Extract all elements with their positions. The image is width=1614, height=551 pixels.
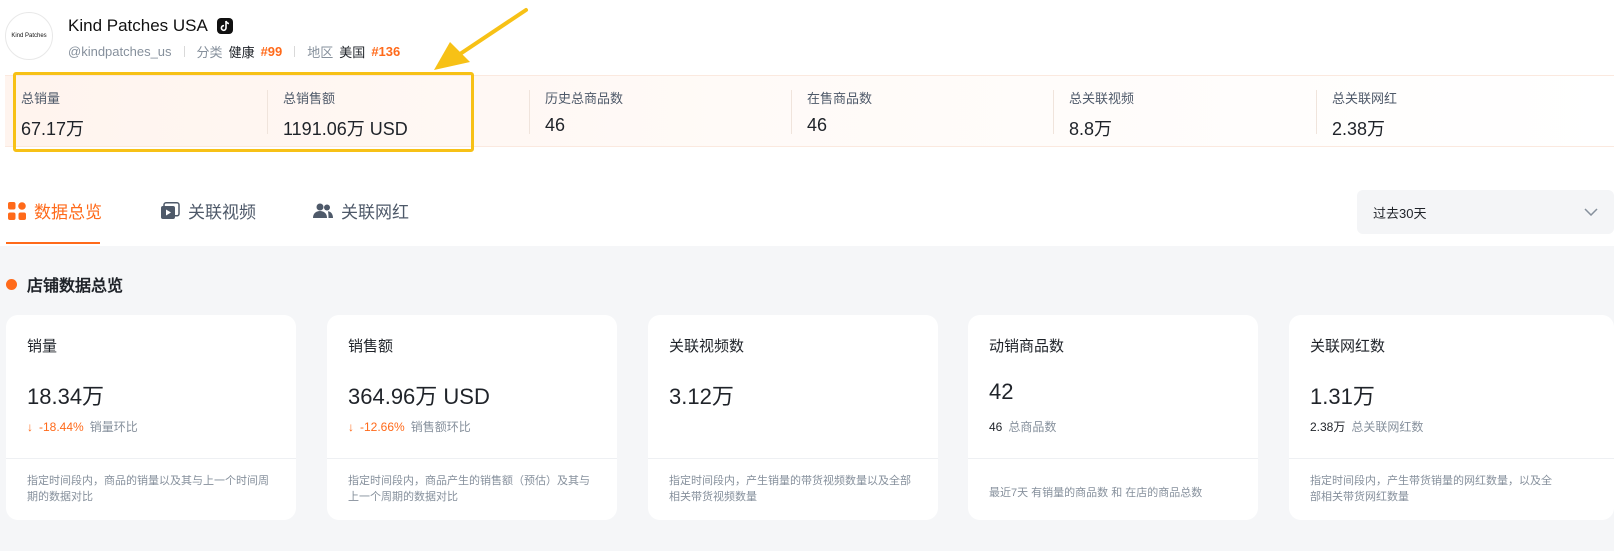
category-rank[interactable]: #99	[261, 44, 283, 59]
stat-label: 总关联视频	[1069, 91, 1135, 106]
stat-label: 总销售额	[283, 91, 336, 106]
shop-overview-section: 店铺数据总览 销量 18.34万 ↓ -18.44% 销量环比 指定时间段内，商…	[0, 246, 1614, 551]
region-key: 地区	[307, 45, 334, 60]
divider	[1289, 458, 1614, 459]
section-title-text: 店铺数据总览	[27, 278, 124, 295]
card-change: ↓ -12.66% 销售额环比	[348, 418, 471, 435]
card-description: 指定时间段内，产生带货销量的网红数量，以及全部相关带货网红数量	[1310, 475, 1552, 503]
category-key: 分类	[196, 45, 223, 60]
sub-value: 2.38万	[1310, 420, 1346, 434]
stat-value: 8.8万	[1069, 119, 1113, 139]
stat-value: 1191.06万 USD	[283, 119, 408, 139]
card-value: 1.31万	[1310, 384, 1375, 409]
card-sub: 46 总商品数	[989, 418, 1056, 435]
section-title: 店铺数据总览	[6, 272, 123, 296]
shop-meta: @kindpatches_us 分类 健康 #99 地区 美国 #136	[68, 42, 400, 61]
card-title: 关联网红数	[1310, 338, 1386, 355]
stat-label: 总关联网红	[1332, 91, 1398, 106]
category-value: 健康	[228, 45, 255, 60]
card-value: 364.96万 USD	[348, 384, 490, 409]
metric-card-active-products: 动销商品数 42 46 总商品数 最近7天 有销量的商品数 和 在店的商品总数	[968, 315, 1258, 520]
card-description: 指定时间段内，商品产生的销售额（预估）及其与上一个周期的数据对比	[348, 475, 590, 503]
chevron-down-icon	[1584, 208, 1598, 216]
tab-bar: 数据总览 关联视频 关联网红 过去30天	[0, 178, 1614, 246]
shop-handle: @kindpatches_us	[68, 44, 172, 59]
region-rank[interactable]: #136	[371, 44, 400, 59]
stat-value: 67.17万	[21, 119, 85, 139]
stat-total-revenue: 总销售额 1191.06万 USD	[267, 76, 529, 148]
tiktok-icon[interactable]	[216, 17, 234, 35]
metric-card-sales: 销量 18.34万 ↓ -18.44% 销量环比 指定时间段内，商品的销量以及其…	[6, 315, 296, 520]
change-value: -18.44%	[39, 419, 84, 434]
card-description: 指定时间段内，商品的销量以及其与上一个时间周期的数据对比	[27, 475, 269, 503]
shop-name-row: Kind Patches USA	[68, 16, 234, 36]
stat-linked-videos: 总关联视频 8.8万	[1053, 76, 1315, 148]
stat-label: 历史总商品数	[545, 91, 624, 106]
stat-total-sales: 总销量 67.17万	[5, 76, 267, 148]
arrow-down-icon: ↓	[348, 419, 354, 434]
divider	[183, 46, 185, 57]
sub-label: 总关联网红数	[1351, 420, 1424, 434]
divider	[6, 458, 296, 459]
stat-label: 在售商品数	[807, 91, 873, 106]
tab-overview[interactable]: 数据总览	[8, 198, 102, 223]
stat-linked-influencers: 总关联网红 2.38万	[1316, 76, 1614, 148]
divider	[648, 458, 938, 459]
tab-linked-videos[interactable]: 关联视频	[160, 198, 256, 223]
stat-on-sale-products: 在售商品数 46	[791, 76, 1053, 148]
sub-value: 46	[989, 419, 1003, 434]
stat-value: 46	[807, 115, 828, 135]
region-value: 美国	[339, 45, 366, 60]
video-icon	[161, 201, 180, 219]
change-value: -12.66%	[360, 419, 405, 434]
card-title: 销量	[27, 338, 58, 355]
divider	[968, 458, 1258, 459]
active-tab-indicator	[6, 242, 100, 244]
divider	[327, 458, 617, 459]
stat-value: 46	[545, 115, 566, 135]
period-select-value: 过去30天	[1373, 205, 1427, 221]
metric-card-linked-videos: 关联视频数 3.12万 指定时间段内，产生销量的带货视频数量以及全部相关带货视频…	[648, 315, 938, 520]
card-value: 42	[989, 379, 1014, 404]
tab-label: 关联网红	[341, 203, 409, 222]
card-change: ↓ -18.44% 销量环比	[27, 418, 138, 435]
tab-label: 关联视频	[188, 203, 256, 222]
stat-value: 2.38万	[1332, 119, 1386, 139]
stats-strip: 总销量 67.17万 总销售额 1191.06万 USD 历史总商品数 46 在…	[5, 75, 1614, 147]
card-value: 3.12万	[669, 384, 734, 409]
metric-card-revenue: 销售额 364.96万 USD ↓ -12.66% 销售额环比 指定时间段内，商…	[327, 315, 617, 520]
grid-icon	[8, 201, 26, 220]
period-select[interactable]: 过去30天	[1357, 190, 1614, 234]
stat-label: 总销量	[21, 91, 61, 106]
shop-name: Kind Patches USA	[68, 16, 208, 35]
shop-logo[interactable]: Kind Patches	[5, 12, 53, 60]
shop-logo-text: Kind Patches	[11, 33, 47, 39]
sub-label: 总商品数	[1008, 420, 1057, 434]
change-label: 销量环比	[89, 420, 138, 434]
tab-label: 数据总览	[34, 203, 102, 222]
arrow-down-icon: ↓	[27, 419, 33, 434]
metric-card-linked-influencers: 关联网红数 1.31万 2.38万 总关联网红数 指定时间段内，产生带货销量的网…	[1289, 315, 1614, 520]
stat-historical-products: 历史总商品数 46	[529, 76, 791, 148]
card-title: 动销商品数	[989, 338, 1065, 355]
divider	[294, 46, 296, 57]
bullet-dot-icon	[6, 278, 17, 290]
tab-linked-influencers[interactable]: 关联网红	[313, 198, 409, 223]
card-description: 指定时间段内，产生销量的带货视频数量以及全部相关带货视频数量	[669, 475, 911, 503]
card-value: 18.34万	[27, 384, 105, 409]
shop-header: Kind Patches Kind Patches USA @kindpatch…	[0, 0, 1614, 72]
card-title: 销售额	[348, 338, 394, 355]
card-title: 关联视频数	[669, 338, 745, 355]
card-description: 最近7天 有销量的商品数 和 在店的商品总数	[989, 487, 1203, 499]
users-icon	[313, 203, 333, 218]
change-label: 销售额环比	[410, 420, 471, 434]
card-sub: 2.38万 总关联网红数	[1310, 418, 1423, 435]
